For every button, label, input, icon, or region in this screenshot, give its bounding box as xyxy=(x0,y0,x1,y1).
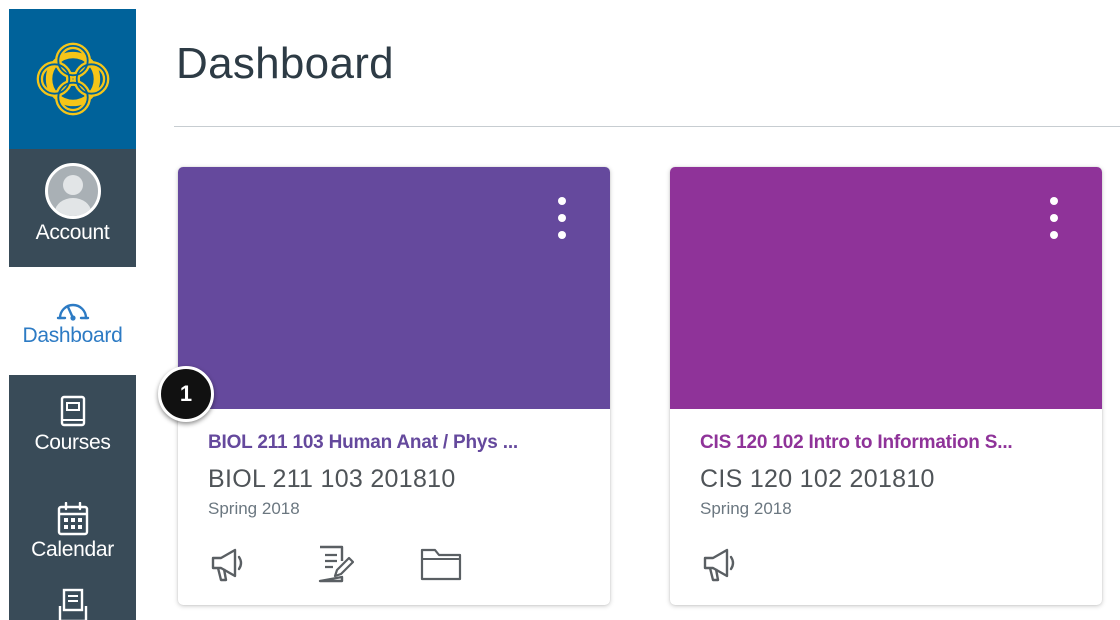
nav-item-label: Courses xyxy=(34,431,111,454)
course-card[interactable]: CIS 120 102 Intro to Information S... CI… xyxy=(670,167,1102,605)
course-card-title[interactable]: CIS 120 102 Intro to Information S... xyxy=(700,432,1080,454)
announcements-button[interactable] xyxy=(202,539,256,589)
kebab-dot-icon xyxy=(1050,197,1058,205)
folder-icon xyxy=(420,548,462,581)
card-options-menu[interactable] xyxy=(1046,197,1062,239)
knot-logo-icon xyxy=(36,42,109,116)
global-navigation: Account Dashboard Courses Calendar xyxy=(9,9,136,620)
course-card-actions xyxy=(694,539,800,589)
assignments-icon xyxy=(318,545,354,583)
files-button[interactable] xyxy=(414,539,468,589)
assignments-button[interactable] xyxy=(308,539,362,589)
user-avatar-icon xyxy=(54,175,91,216)
book-icon xyxy=(60,395,85,427)
kebab-dot-icon xyxy=(558,214,566,222)
kebab-dot-icon xyxy=(1050,214,1058,222)
course-card-code: CIS 120 102 201810 xyxy=(700,465,935,493)
announcements-icon xyxy=(211,548,243,582)
inbox-icon xyxy=(58,588,87,620)
nav-item-account[interactable]: Account xyxy=(9,149,136,267)
course-card-actions xyxy=(202,539,520,589)
calendar-icon xyxy=(57,501,88,535)
announcements-icon xyxy=(703,548,735,582)
kebab-dot-icon xyxy=(558,197,566,205)
nav-item-dashboard[interactable]: Dashboard xyxy=(9,267,136,375)
window-top-edge xyxy=(0,0,1120,9)
kebab-dot-icon xyxy=(1050,231,1058,239)
nav-item-label: Calendar xyxy=(31,537,114,561)
main-content: Dashboard BIOL 211 103 Human Anat / Phys… xyxy=(136,9,1120,620)
nav-item-courses[interactable]: Courses xyxy=(9,375,136,475)
avatar xyxy=(44,163,101,219)
kebab-dot-icon xyxy=(558,231,566,239)
course-card[interactable]: BIOL 211 103 Human Anat / Phys ... BIOL … xyxy=(178,167,610,605)
page-title: Dashboard xyxy=(176,39,394,88)
course-card-hero[interactable] xyxy=(670,167,1102,409)
course-card-code: BIOL 211 103 201810 xyxy=(208,465,456,493)
nav-item-label: Dashboard xyxy=(22,324,123,347)
course-card-hero[interactable] xyxy=(178,167,610,409)
institution-logo[interactable] xyxy=(9,9,136,149)
course-card-term: Spring 2018 xyxy=(700,499,792,518)
nav-item-inbox[interactable] xyxy=(9,587,136,620)
callout-marker: 1 xyxy=(158,366,214,422)
course-card-title[interactable]: BIOL 211 103 Human Anat / Phys ... xyxy=(208,432,588,454)
nav-item-label: Account xyxy=(35,221,110,244)
course-card-term: Spring 2018 xyxy=(208,499,300,518)
speedometer-icon xyxy=(56,303,89,321)
card-options-menu[interactable] xyxy=(554,197,570,239)
title-divider xyxy=(174,126,1120,127)
announcements-button[interactable] xyxy=(694,539,748,589)
nav-item-calendar[interactable]: Calendar xyxy=(9,479,136,584)
